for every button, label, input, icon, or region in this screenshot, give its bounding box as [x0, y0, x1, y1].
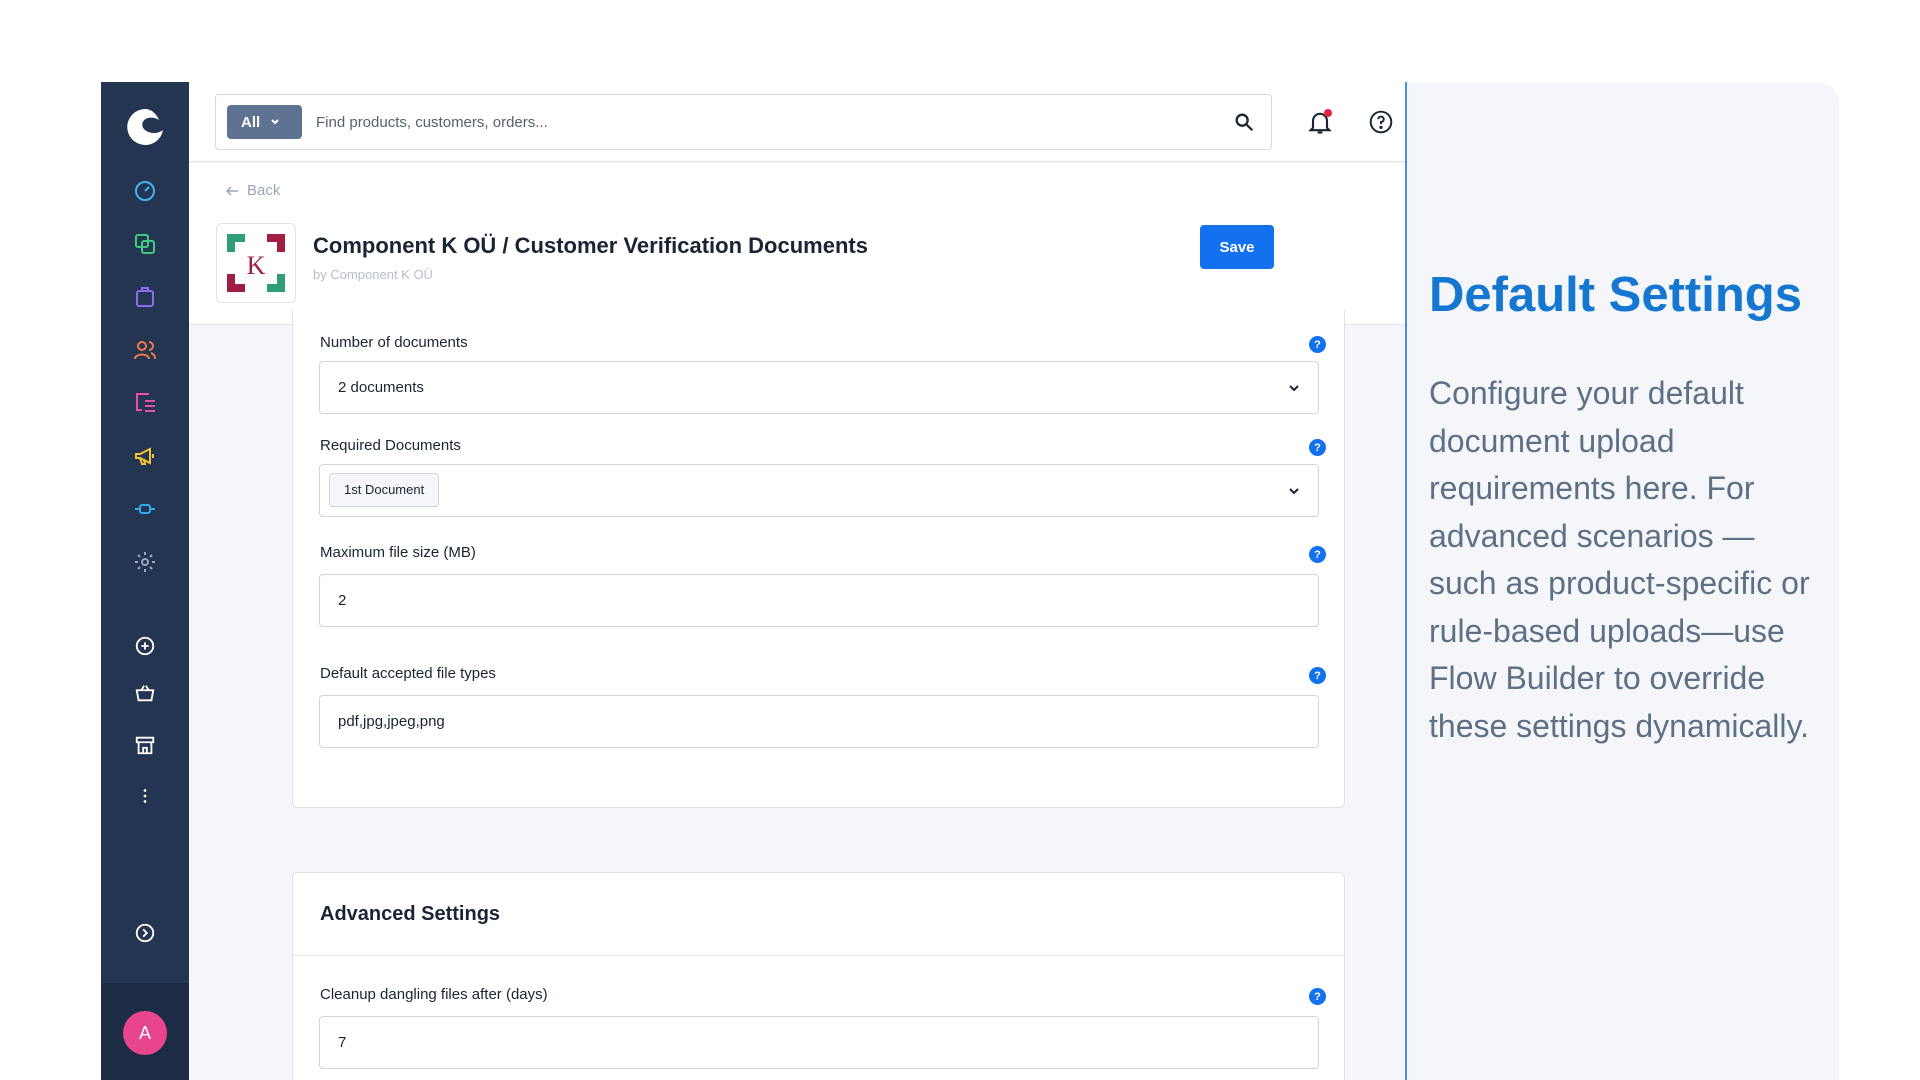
sidebar-item-marketing[interactable] — [132, 443, 158, 469]
sidebar-sales-channel-basket[interactable] — [132, 680, 158, 706]
sidebar-more[interactable] — [132, 783, 158, 809]
dashboard-icon — [135, 181, 155, 201]
required-documents-multiselect[interactable]: 1st Document — [319, 464, 1319, 517]
sidebar-item-orders[interactable] — [132, 284, 158, 310]
divider — [293, 955, 1344, 956]
help-icon[interactable]: ? — [1309, 439, 1326, 456]
search-type-label: All — [241, 113, 261, 131]
extensions-icon — [135, 504, 155, 514]
settings-icon — [135, 552, 155, 572]
search-input[interactable] — [316, 105, 1196, 139]
number-of-documents-select[interactable]: 2 documents — [319, 361, 1319, 414]
card-title: Advanced Settings — [320, 903, 501, 925]
sidebar-collapse-button[interactable] — [132, 920, 158, 946]
search-type-dropdown[interactable]: All — [227, 105, 302, 139]
selected-tag[interactable]: 1st Document — [329, 473, 440, 507]
customers-icon — [134, 341, 156, 360]
sidebar: A — [101, 82, 189, 1080]
search-icon[interactable] — [1233, 111, 1255, 133]
app-logo-letter: K — [247, 251, 266, 280]
sidebar-item-extensions[interactable] — [132, 496, 158, 522]
back-label: Back — [247, 182, 281, 199]
content-icon — [136, 393, 155, 412]
chevron-down-icon — [271, 119, 279, 125]
sidebar-item-settings[interactable] — [132, 549, 158, 575]
top-bar: All — [189, 82, 1405, 162]
sidebar-item-content[interactable] — [132, 390, 158, 416]
global-search: All — [215, 94, 1272, 150]
cleanup-days-input[interactable] — [320, 1017, 1318, 1068]
add-sales-channel-icon — [135, 636, 155, 656]
field-label-number-of-documents: Number of documents — [320, 334, 468, 351]
shopware-logo-icon[interactable] — [124, 106, 166, 148]
panel-description: Configure your default document upload r… — [1429, 375, 1810, 744]
sidebar-user-area: A — [101, 983, 189, 1080]
sidebar-sales-channel-storefront[interactable] — [132, 732, 158, 758]
storefront-icon — [135, 736, 155, 755]
chevron-down-icon — [1289, 385, 1299, 392]
field-label-max-file-size: Maximum file size (MB) — [320, 544, 476, 561]
select-value: 2 documents — [338, 379, 424, 396]
basket-icon — [135, 685, 155, 702]
sidebar-item-dashboard[interactable] — [132, 178, 158, 204]
help-icon[interactable]: ? — [1309, 336, 1326, 353]
main-content: All Back — [189, 82, 1407, 1080]
page-title: Component K OÜ / Customer Verification D… — [313, 233, 868, 258]
help-circle-icon — [1369, 110, 1393, 134]
sidebar-add-sales-channel[interactable] — [132, 633, 158, 659]
more-icon — [143, 789, 147, 803]
max-file-size-field — [319, 574, 1319, 627]
max-file-size-input[interactable] — [320, 575, 1318, 626]
save-button[interactable]: Save — [1200, 225, 1274, 269]
accepted-file-types-input[interactable] — [320, 696, 1318, 747]
notification-dot — [1324, 109, 1332, 117]
panel-title: Default Settings — [1429, 268, 1802, 322]
notifications-button[interactable] — [1306, 108, 1334, 136]
catalog-icon — [135, 234, 155, 254]
help-icon[interactable]: ? — [1309, 667, 1326, 684]
help-icon[interactable]: ? — [1309, 988, 1326, 1005]
arrow-left-icon — [225, 185, 238, 196]
sidebar-item-catalogues[interactable] — [132, 231, 158, 257]
advanced-settings-card: Advanced Settings Cleanup dangling files… — [292, 872, 1345, 1080]
cleanup-days-field — [319, 1016, 1319, 1069]
settings-card: Number of documents ? 2 documents Requir… — [292, 310, 1345, 808]
avatar[interactable]: A — [123, 1011, 167, 1055]
marketing-icon — [135, 447, 154, 465]
field-label-accepted-file-types: Default accepted file types — [320, 665, 496, 682]
accepted-file-types-field — [319, 695, 1319, 748]
app-logo: K — [216, 223, 296, 303]
field-label-cleanup-days: Cleanup dangling files after (days) — [320, 986, 548, 1003]
orders-icon — [136, 287, 154, 307]
help-button[interactable] — [1368, 109, 1394, 135]
page-header: Back K Component K OÜ / Customer Verific… — [189, 163, 1405, 325]
app-frame: A All Back — [101, 82, 1839, 1080]
sidebar-item-customers[interactable] — [132, 337, 158, 363]
page-subtitle: by Component K OÜ — [313, 267, 433, 282]
help-icon[interactable]: ? — [1309, 546, 1326, 563]
collapse-icon — [135, 923, 155, 943]
field-label-required-documents: Required Documents — [320, 437, 461, 454]
back-link[interactable]: Back — [225, 182, 280, 199]
info-panel: Default Settings Configure your default … — [1407, 82, 1839, 1080]
chevron-down-icon — [1289, 488, 1299, 495]
